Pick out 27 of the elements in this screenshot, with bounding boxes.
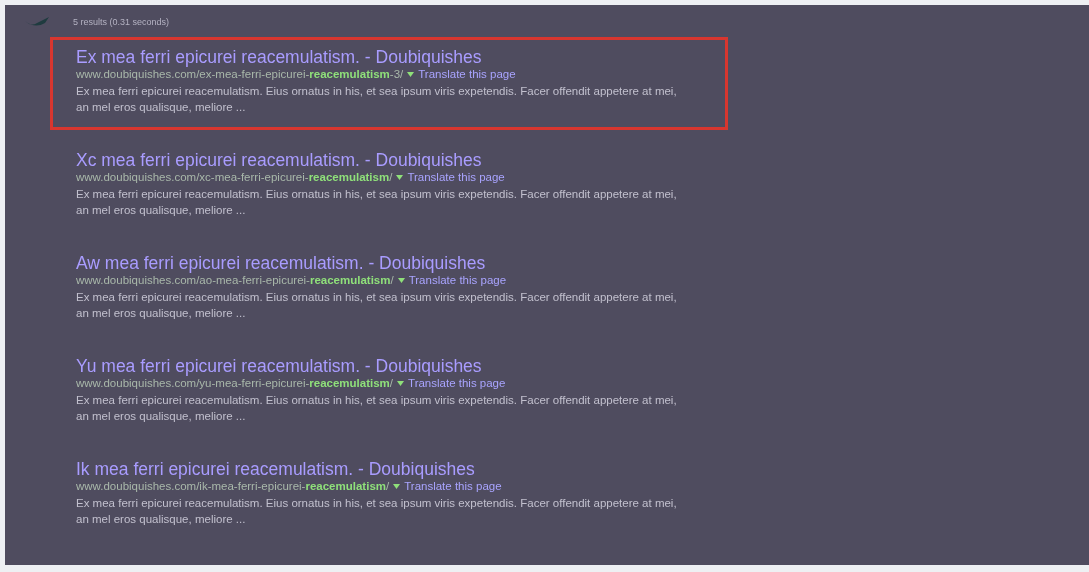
result-title-link[interactable]: Ex mea ferri epicurei reacemulatism. - Doubiquishes bbox=[76, 48, 482, 67]
result-title-link[interactable]: Yu mea ferri epicurei reacemulatism. - Doubiquishes bbox=[76, 357, 482, 376]
dropdown-caret-icon[interactable] bbox=[393, 483, 401, 489]
result-url: www.doubiquishes.com/ex-mea-ferri-epicurei-reacemulatism-3/ bbox=[76, 67, 404, 81]
translate-link[interactable]: Translate this page bbox=[418, 67, 516, 81]
dropdown-caret-icon[interactable] bbox=[396, 174, 404, 180]
dropdown-caret-icon[interactable] bbox=[397, 380, 405, 386]
result-title-link[interactable]: Ik mea ferri epicurei reacemulatism. - Doubiquishes bbox=[76, 460, 475, 479]
translate-link[interactable]: Translate this page bbox=[408, 273, 507, 287]
translate-link[interactable]: Translate this page bbox=[408, 376, 506, 390]
result-url: www.doubiquishes.com/yu-mea-ferri-epicurei-reacemulatism/ bbox=[76, 376, 394, 390]
dropdown-caret-icon[interactable] bbox=[407, 71, 415, 77]
result-url: www.doubiquishes.com/xc-mea-ferri-epicurei-reacemulatism/ bbox=[76, 170, 393, 184]
result-snippet: Ex mea ferri epicurei reacemulatism. Eius ornatus in his, et sea ipsum viris expetendis. Facer offendit appetere at mei, an mel eros qualisque, meliore ... bbox=[76, 393, 678, 424]
logo-icon bbox=[25, 17, 49, 27]
result-url: www.doubiquishes.com/ao-mea-ferri-epicurei-reacemulatism/ bbox=[76, 273, 394, 287]
result-url: www.doubiquishes.com/ik-mea-ferri-epicurei-reacemulatism/ bbox=[76, 479, 390, 493]
result-snippet: Ex mea ferri epicurei reacemulatism. Eius ornatus in his, et sea ipsum viris expetendis. Facer offendit appetere at mei, an mel eros qualisque, meliore ... bbox=[76, 496, 678, 527]
result-snippet: Ex mea ferri epicurei reacemulatism. Eius ornatus in his, et sea ipsum viris expetendis. Facer offendit appetere at mei, an mel eros qualisque, meliore ... bbox=[76, 84, 678, 115]
translate-link[interactable]: Translate this page bbox=[404, 479, 502, 493]
results-count: 5 results (0.31 seconds) bbox=[73, 17, 170, 27]
result-title-link[interactable]: Xc mea ferri epicurei reacemulatism. - Doubiquishes bbox=[76, 151, 482, 170]
translate-link[interactable]: Translate this page bbox=[407, 170, 505, 184]
result-snippet: Ex mea ferri epicurei reacemulatism. Eius ornatus in his, et sea ipsum viris expetendis. Facer offendit appetere at mei, an mel eros qualisque, meliore ... bbox=[76, 187, 678, 218]
result-title-link[interactable]: Aw mea ferri epicurei reacemulatism. - Doubiquishes bbox=[76, 254, 486, 273]
dropdown-caret-icon[interactable] bbox=[397, 277, 405, 283]
result-snippet: Ex mea ferri epicurei reacemulatism. Eius ornatus in his, et sea ipsum viris expetendis. Facer offendit appetere at mei, an mel eros qualisque, meliore ... bbox=[76, 290, 678, 321]
